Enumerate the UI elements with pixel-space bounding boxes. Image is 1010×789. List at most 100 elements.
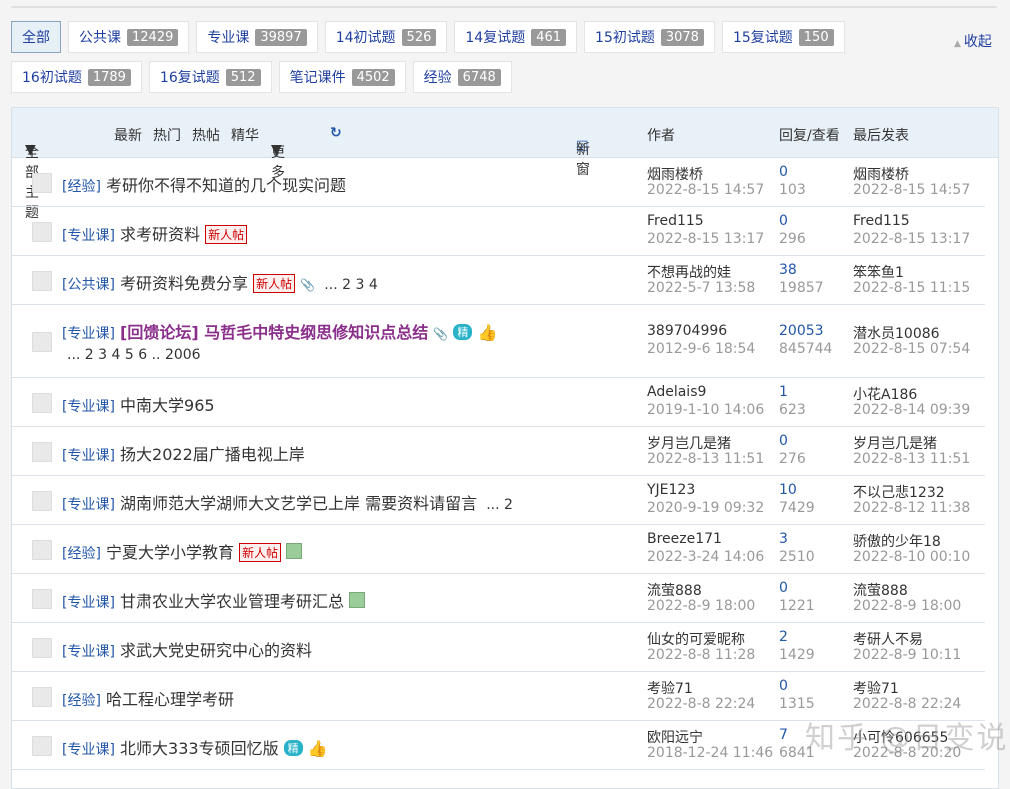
table-row: [专业课] 求武大党史研究中心的资料 仙女的可爱昵称 2022-8-8 11:28…	[12, 623, 985, 672]
author-link[interactable]: YJE123	[647, 482, 695, 498]
thread-tag[interactable]: [专业课]	[62, 228, 115, 244]
thumbs-up-icon: 👍	[477, 323, 498, 342]
collapse-button[interactable]: ▲ 收起	[954, 31, 992, 51]
category-label: 专业课	[207, 30, 250, 46]
reply-count[interactable]: 7	[779, 727, 788, 743]
last-post-date[interactable]: 2022-8-15 11:15	[853, 280, 970, 296]
thread-tag[interactable]: [经验]	[62, 546, 101, 562]
reply-count[interactable]: 20053	[779, 323, 824, 339]
image-icon	[286, 543, 303, 559]
last-poster[interactable]: 不以己悲1232	[853, 482, 945, 502]
filter-hot-posts[interactable]: 热帖	[192, 125, 220, 145]
last-poster[interactable]: 小可怜606655	[853, 727, 948, 747]
last-post-date[interactable]: 2022-8-8 20:20	[853, 745, 961, 761]
last-post-date[interactable]: 2022-8-12 11:38	[853, 500, 970, 516]
category-label: 16初试题	[22, 70, 82, 86]
reply-count[interactable]: 0	[779, 213, 788, 229]
reply-count[interactable]: 10	[779, 482, 797, 498]
reply-count[interactable]: 2	[779, 629, 788, 645]
last-poster[interactable]: 潜水员10086	[853, 323, 940, 343]
page-links[interactable]: ... 2 3 4	[324, 277, 377, 293]
last-post-date[interactable]: 2022-8-8 22:24	[853, 696, 961, 712]
category-2[interactable]: 专业课 39897	[196, 21, 318, 53]
category-10[interactable]: 经验 6748	[412, 61, 512, 93]
thread-title[interactable]: 扬大2022届广播电视上岸	[120, 445, 305, 464]
thread-tag[interactable]: [专业课]	[62, 399, 115, 415]
last-post-date[interactable]: 2022-8-15 13:17	[853, 231, 970, 247]
category-8[interactable]: 16复试题 512	[148, 61, 272, 93]
last-post-date[interactable]: 2022-8-15 14:57	[853, 182, 970, 198]
author-link[interactable]: Breeze171	[647, 531, 722, 547]
author-link[interactable]: 欧阳远宁	[647, 727, 703, 747]
category-label: 15复试题	[732, 30, 793, 46]
reply-count[interactable]: 38	[779, 262, 797, 278]
author-link[interactable]: 389704996	[647, 323, 727, 339]
category-3[interactable]: 14初试题 526	[324, 21, 448, 53]
reply-count[interactable]: 0	[779, 433, 788, 449]
last-post-date[interactable]: 2022-8-13 11:51	[853, 451, 970, 467]
last-post-date[interactable]: 2022-8-15 07:54	[853, 341, 970, 357]
thread-title[interactable]: 中南大学965	[120, 396, 215, 415]
thread-tag[interactable]: [专业课]	[62, 497, 115, 513]
reply-count[interactable]: 3	[779, 531, 788, 547]
author-link[interactable]: 流萤888	[647, 580, 702, 600]
last-poster[interactable]: 烟雨楼桥	[853, 164, 909, 184]
filter-digest[interactable]: 精华	[231, 125, 259, 145]
thread-title[interactable]: 甘肃农业大学农业管理考研汇总	[120, 592, 344, 611]
author-link[interactable]: 考验71	[647, 678, 693, 698]
reply-count[interactable]: 0	[779, 678, 788, 694]
last-post-date[interactable]: 2022-8-9 10:11	[853, 647, 961, 663]
last-post-date[interactable]: 2022-8-10 00:10	[853, 549, 970, 565]
thread-title[interactable]: 求武大党史研究中心的资料	[120, 641, 312, 660]
thread-tag[interactable]: [专业课]	[62, 326, 115, 342]
author-link[interactable]: 烟雨楼桥	[647, 164, 703, 184]
filter-latest[interactable]: 最新	[114, 125, 142, 145]
thread-title[interactable]: 考研资料免费分享	[120, 274, 248, 293]
reply-count[interactable]: 0	[779, 580, 788, 596]
thread-title[interactable]: [回馈论坛] 马哲毛中特史纲思修知识点总结	[120, 323, 428, 342]
refresh-icon[interactable]: ↻	[330, 125, 342, 141]
thread-tag[interactable]: [经验]	[62, 693, 101, 709]
reply-count[interactable]: 1	[779, 384, 788, 400]
last-poster[interactable]: 岁月岂几是猪	[853, 433, 937, 453]
category-1[interactable]: 公共课 12429	[68, 21, 190, 53]
thread-tag[interactable]: [经验]	[62, 179, 101, 195]
last-poster[interactable]: 小花A186	[853, 384, 917, 404]
category-7[interactable]: 16初试题 1789	[11, 61, 142, 93]
category-0[interactable]: 全部	[11, 21, 61, 53]
thread-tag[interactable]: [专业课]	[62, 448, 115, 464]
category-6[interactable]: 15复试题 150	[721, 21, 845, 53]
thread-title[interactable]: 宁夏大学小学教育	[106, 543, 234, 562]
triangle-up-icon: ▲	[954, 39, 961, 49]
thread-title[interactable]: 求考研资料	[120, 225, 200, 244]
last-poster[interactable]: 笨笨鱼1	[853, 262, 904, 282]
author-link[interactable]: Adelais9	[647, 384, 706, 400]
last-post-date[interactable]: 2022-8-14 09:39	[853, 402, 970, 418]
category-4[interactable]: 14复试题 461	[454, 21, 578, 53]
last-poster[interactable]: 流萤888	[853, 580, 908, 600]
thread-title[interactable]: 北师大333专硕回忆版	[120, 739, 279, 758]
page-links[interactable]: ... 2	[486, 497, 513, 513]
author-link[interactable]: 不想再战的娃	[647, 262, 731, 282]
filter-hot[interactable]: 热门	[153, 125, 181, 145]
author-link[interactable]: Fred115	[647, 213, 704, 229]
view-count: 1429	[779, 647, 815, 663]
thread-title[interactable]: 考研你不得不知道的几个现实问题	[106, 176, 346, 195]
last-poster[interactable]: 考研人不易	[853, 629, 923, 649]
thread-tag[interactable]: [专业课]	[62, 742, 115, 758]
author-link[interactable]: 岁月岂几是猪	[647, 433, 731, 453]
last-poster[interactable]: 考验71	[853, 678, 899, 698]
reply-count[interactable]: 0	[779, 164, 788, 180]
thread-title[interactable]: 哈工程心理学考研	[106, 690, 234, 709]
category-5[interactable]: 15初试题 3078	[584, 21, 715, 53]
last-poster[interactable]: Fred115	[853, 213, 910, 229]
thread-title[interactable]: 湖南师范大学湖师大文艺学已上岸 需要资料请留言	[120, 494, 477, 513]
last-post-date[interactable]: 2022-8-9 18:00	[853, 598, 961, 614]
thread-tag[interactable]: [专业课]	[62, 644, 115, 660]
thread-tag[interactable]: [公共课]	[62, 277, 115, 293]
category-9[interactable]: 笔记课件 4502	[278, 61, 406, 93]
author-link[interactable]: 仙女的可爱昵称	[647, 629, 745, 649]
last-poster[interactable]: 骄傲的少年18	[853, 531, 941, 551]
thread-tag[interactable]: [专业课]	[62, 595, 115, 611]
page-links[interactable]: ... 2 3 4 5 6 .. 2006	[67, 347, 201, 363]
